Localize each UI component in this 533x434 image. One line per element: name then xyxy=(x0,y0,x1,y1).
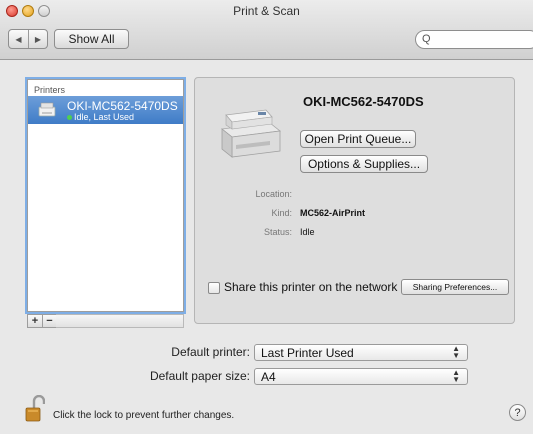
default-paper-value: A4 xyxy=(261,370,276,384)
share-printer-checkbox[interactable] xyxy=(208,282,220,294)
remove-printer-button[interactable]: − xyxy=(42,315,56,327)
default-printer-label: Default printer: xyxy=(171,345,250,359)
back-button[interactable]: ◀ xyxy=(9,30,28,48)
location-label: Location: xyxy=(255,189,292,199)
back-arrow-icon: ◀ xyxy=(15,34,22,44)
kind-value: MC562-AirPrint xyxy=(300,208,366,218)
status-label: Status: xyxy=(263,227,292,237)
default-paper-label: Default paper size: xyxy=(149,369,250,383)
share-printer-label[interactable]: Share this printer on the network xyxy=(224,280,397,294)
window-title: Print & Scan xyxy=(233,4,300,18)
printer-large-icon xyxy=(221,109,281,158)
help-icon: ? xyxy=(514,406,521,419)
printer-list[interactable]: Printers OKI-MC562-5470DS Idle, Last Use… xyxy=(27,79,184,312)
default-printer-value: Last Printer Used xyxy=(261,346,354,360)
history-nav: ◀ ▶ xyxy=(8,29,48,49)
updown-arrows-icon: ▲ ▼ xyxy=(452,344,460,360)
help-button[interactable]: ? xyxy=(509,404,526,421)
default-paper-select[interactable]: A4 ▲ ▼ xyxy=(254,368,468,385)
lock-message: Click the lock to prevent further change… xyxy=(53,410,235,421)
options-supplies-button[interactable]: Options & Supplies... xyxy=(300,155,428,173)
open-print-queue-button[interactable]: Open Print Queue... xyxy=(300,130,416,148)
add-remove-bar: + − xyxy=(27,314,57,328)
search-icon: Q xyxy=(422,33,431,45)
forward-button[interactable]: ▶ xyxy=(28,30,47,48)
default-printer-select[interactable]: Last Printer Used ▲ ▼ xyxy=(254,344,468,361)
printer-list-header: Printers xyxy=(34,85,66,95)
show-all-button[interactable]: Show All xyxy=(54,29,129,49)
kind-label: Kind: xyxy=(271,208,292,218)
printer-title: OKI-MC562-5470DS xyxy=(303,94,424,109)
printer-item-name: OKI-MC562-5470DS xyxy=(67,99,178,113)
add-printer-button[interactable]: + xyxy=(28,315,42,327)
status-value: Idle xyxy=(300,227,315,237)
list-bottom-bar xyxy=(56,314,184,328)
search-input[interactable]: Q xyxy=(415,30,533,49)
printer-icon xyxy=(38,102,56,117)
sharing-preferences-button[interactable]: Sharing Preferences... xyxy=(401,279,509,295)
printer-list-item[interactable]: OKI-MC562-5470DS Idle, Last Used xyxy=(28,96,183,124)
updown-arrows-icon: ▲ ▼ xyxy=(452,368,460,384)
printer-item-status: Idle, Last Used xyxy=(74,112,135,122)
forward-arrow-icon: ▶ xyxy=(34,34,42,44)
lock-icon[interactable] xyxy=(25,395,45,422)
idle-status-dot-icon xyxy=(67,115,72,120)
window-toolbar: Print & Scan ◀ ▶ Show All Q xyxy=(0,0,533,60)
